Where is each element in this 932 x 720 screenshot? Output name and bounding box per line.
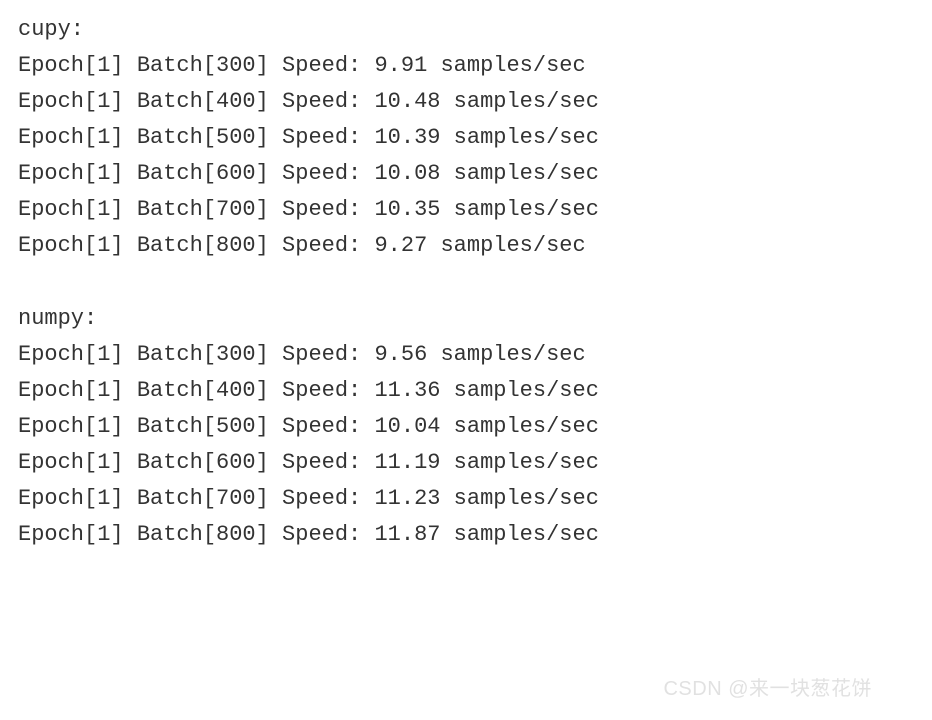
log-line: Epoch[1] Batch[700] Speed: 10.35 samples… — [18, 192, 914, 228]
log-line: Epoch[1] Batch[400] Speed: 10.48 samples… — [18, 84, 914, 120]
log-line: Epoch[1] Batch[800] Speed: 11.87 samples… — [18, 517, 914, 553]
cupy-block: cupy: Epoch[1] Batch[300] Speed: 9.91 sa… — [18, 12, 914, 265]
log-line: Epoch[1] Batch[700] Speed: 11.23 samples… — [18, 481, 914, 517]
log-line: Epoch[1] Batch[800] Speed: 9.27 samples/… — [18, 228, 914, 264]
log-line: Epoch[1] Batch[300] Speed: 9.56 samples/… — [18, 337, 914, 373]
numpy-header: numpy: — [18, 301, 914, 337]
log-line: Epoch[1] Batch[500] Speed: 10.39 samples… — [18, 120, 914, 156]
log-line: Epoch[1] Batch[400] Speed: 11.36 samples… — [18, 373, 914, 409]
log-line: Epoch[1] Batch[500] Speed: 10.04 samples… — [18, 409, 914, 445]
log-line: Epoch[1] Batch[600] Speed: 11.19 samples… — [18, 445, 914, 481]
log-line: Epoch[1] Batch[600] Speed: 10.08 samples… — [18, 156, 914, 192]
spacer — [18, 265, 914, 301]
numpy-block: numpy: Epoch[1] Batch[300] Speed: 9.56 s… — [18, 301, 914, 554]
cupy-header: cupy: — [18, 12, 914, 48]
log-line: Epoch[1] Batch[300] Speed: 9.91 samples/… — [18, 48, 914, 84]
watermark: CSDN @来一块葱花饼 — [663, 673, 872, 706]
